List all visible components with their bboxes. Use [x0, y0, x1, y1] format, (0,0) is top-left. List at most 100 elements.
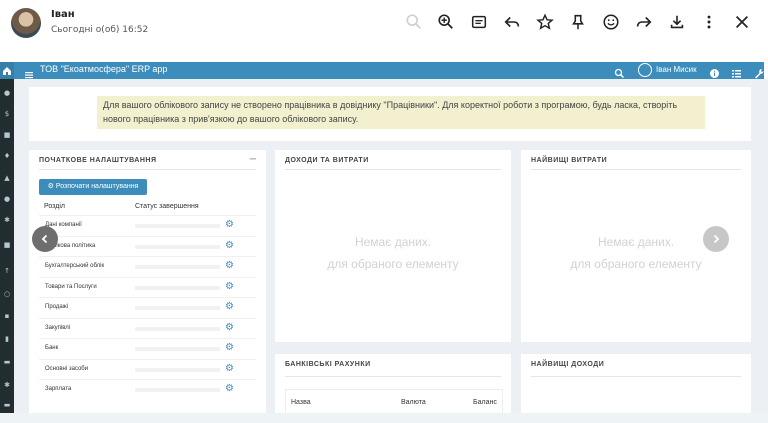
table-row: Облікова політика ⚙: [39, 235, 256, 257]
section-name: Банк: [45, 345, 59, 351]
warning-alert: Для вашого облікового запису не створено…: [97, 96, 705, 129]
bank-table: Назва Валюта Баланс: [285, 389, 503, 413]
reply-icon[interactable]: [502, 12, 522, 32]
pin-icon[interactable]: [568, 12, 588, 32]
divider: [285, 376, 501, 377]
sidebar-bank-icon[interactable]: ■: [3, 131, 11, 139]
user-avatar-icon[interactable]: [638, 63, 652, 77]
table-row: Закупівлі ⚙: [39, 317, 256, 339]
top-income-panel: НАЙВИЩІ ДОХОДИ: [521, 354, 751, 413]
star-icon[interactable]: [535, 12, 555, 32]
completion-progress-bar: [135, 224, 220, 228]
sidebar-admin-icon[interactable]: ✱: [3, 381, 11, 389]
completion-progress-bar: [135, 265, 220, 269]
sidebar-charts-icon[interactable]: ▮: [3, 335, 11, 343]
table-row: Продажі ⚙: [39, 297, 256, 318]
sidebar-documents-icon[interactable]: ▪: [3, 312, 11, 320]
zoom-out-icon[interactable]: [404, 12, 424, 32]
gear-icon[interactable]: ⚙: [225, 302, 235, 312]
gear-icon[interactable]: ⚙: [225, 220, 235, 230]
erp-navbar: ТОВ "Екоатмосфера" ERP app Іван Мисик: [0, 62, 764, 79]
start-setup-label: Розпочати налаштування: [55, 183, 139, 190]
completion-progress-bar: [135, 285, 220, 290]
avatar[interactable]: [11, 8, 41, 38]
divider: [39, 169, 256, 170]
income-expenses-title: ДОХОДИ ТА ВИТРАТИ: [285, 157, 369, 164]
gear-icon[interactable]: ⚙: [225, 281, 235, 292]
completion-progress-bar: [135, 244, 220, 249]
completion-progress-bar: [135, 367, 220, 372]
home-icon[interactable]: [0, 62, 14, 79]
completion-progress-bar: [135, 306, 220, 310]
download-icon[interactable]: [667, 12, 687, 32]
forward-icon[interactable]: [634, 12, 654, 32]
section-name: Продажі: [45, 304, 69, 310]
top-expenses-title: НАЙВИЩІ ВИТРАТИ: [531, 157, 608, 164]
sidebar-purchases-icon[interactable]: ▲: [3, 174, 11, 182]
zoom-in-icon[interactable]: [436, 12, 456, 32]
completion-progress-bar: [135, 388, 220, 392]
sidebar-users-icon[interactable]: ●: [3, 195, 11, 203]
gears-icon: ⚙: [47, 183, 56, 190]
sender-name: Іван: [51, 9, 75, 20]
divider: [285, 169, 501, 170]
column-header-currency: Валюта: [401, 399, 426, 406]
sidebar-more-icon[interactable]: ▬: [3, 401, 11, 409]
sidebar-storage-icon[interactable]: ▬: [3, 358, 11, 366]
sidebar-sales-icon[interactable]: ♦: [3, 152, 11, 160]
gear-icon[interactable]: ⚙: [225, 261, 235, 271]
table-row: Дані компанії ⚙: [39, 215, 256, 236]
main-content: Для вашого облікового запису не створено…: [14, 79, 768, 413]
sidebar-reports-icon[interactable]: ↑: [3, 267, 11, 275]
empty-message-subtitle: для обраного елементу: [327, 257, 459, 271]
column-header-balance: Баланс: [473, 399, 497, 406]
section-name: Товари та Послуги: [45, 283, 97, 290]
divider: [531, 376, 741, 377]
sent-time: Сьогодні о(об) 16:52: [51, 25, 149, 35]
setup-panel: ПОЧАТКОВЕ НАЛАШТУВАННЯ − ⚙ Розпочати нал…: [29, 150, 266, 413]
section-name: Зарплата: [45, 386, 72, 392]
bank-accounts-title: БАНКІВСЬКІ РАХУНКИ: [285, 361, 371, 368]
table-row: Товари та Послуги ⚙: [39, 276, 256, 298]
empty-message-subtitle: для обраного елементу: [570, 257, 702, 271]
caption-icon[interactable]: [469, 12, 489, 32]
close-icon[interactable]: [732, 12, 752, 32]
bank-accounts-panel: БАНКІВСЬКІ РАХУНКИ Назва Валюта Баланс: [275, 354, 511, 413]
column-header-name: Назва: [291, 399, 311, 406]
collapse-button[interactable]: −: [249, 154, 257, 165]
app-title[interactable]: ТОВ "Екоатмосфера" ERP app: [40, 64, 167, 74]
gear-icon[interactable]: ⚙: [225, 240, 235, 251]
gear-icon[interactable]: ⚙: [225, 363, 235, 374]
table-row: Бухгалтерський облік ⚙: [39, 256, 256, 277]
column-header-status: Статус завершення: [135, 203, 199, 210]
sidebar-settings-icon[interactable]: ✱: [3, 216, 11, 224]
top-income-title: НАЙВИЩІ ДОХОДИ: [531, 361, 605, 368]
gear-icon[interactable]: ⚙: [225, 384, 235, 394]
table-row: Банк ⚙: [39, 338, 256, 359]
user-name[interactable]: Іван Мисик: [656, 65, 697, 74]
completion-progress-bar: [135, 326, 220, 331]
gear-icon[interactable]: ⚙: [225, 343, 235, 353]
table-row: Зарплата ⚙: [39, 379, 256, 400]
gear-icon[interactable]: ⚙: [225, 322, 235, 333]
viewer-header: Іван Сьогодні о(об) 16:52: [0, 0, 768, 46]
next-image-button[interactable]: [703, 226, 729, 252]
emoji-icon[interactable]: [601, 12, 621, 32]
start-setup-button[interactable]: ⚙ Розпочати налаштування: [39, 179, 147, 195]
empty-message: Немає даних.: [354, 235, 432, 249]
divider: [531, 169, 741, 170]
section-name: Бухгалтерський облік: [45, 263, 105, 269]
previous-image-button[interactable]: [32, 226, 58, 252]
sidebar-finance-icon[interactable]: $: [3, 110, 11, 118]
income-expenses-panel: ДОХОДИ ТА ВИТРАТИ Немає даних. для обран…: [275, 150, 511, 342]
sidebar-time-icon[interactable]: ○: [3, 290, 11, 298]
sidebar-assets-icon[interactable]: ■: [3, 241, 11, 249]
menu-icon[interactable]: [24, 65, 34, 79]
setup-panel-title: ПОЧАТКОВЕ НАЛАШТУВАННЯ: [39, 157, 157, 164]
alert-container: Для вашого облікового запису не створено…: [29, 87, 751, 141]
bottom-strip: [0, 413, 768, 423]
more-icon[interactable]: [699, 12, 719, 32]
sidebar-dashboard-icon[interactable]: ●: [3, 89, 11, 97]
sidebar: ● $ ■ ♦ ▲ ● ✱ ■ ↑ ○ ▪ ▮ ▬ ✱ ▬: [0, 79, 14, 413]
completion-progress-bar: [135, 347, 220, 351]
